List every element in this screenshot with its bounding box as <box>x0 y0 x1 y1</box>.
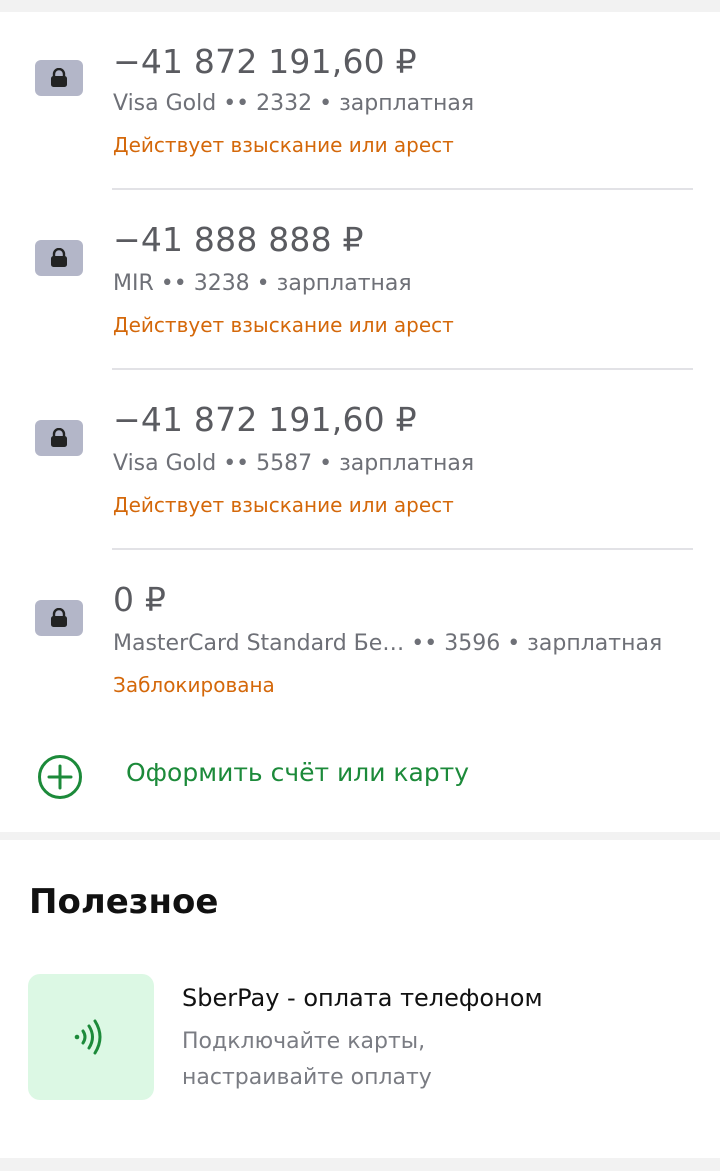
divider <box>112 368 693 370</box>
account-description: MasterCard Standard Бе… •• 3596 • зарпла… <box>113 631 663 656</box>
account-description: MIR •• 3238 • зарплатная <box>113 271 412 296</box>
lock-icon <box>35 420 83 456</box>
plus-circle-icon <box>38 755 82 799</box>
promo-subtitle-line: Подключайте карты, <box>182 1029 426 1054</box>
account-row[interactable]: −41 872 191,60 ₽ Visa Gold •• 5587 • зар… <box>0 388 720 558</box>
lock-icon <box>35 600 83 636</box>
divider <box>112 548 693 550</box>
account-status: Действует взыскание или арест <box>113 493 454 517</box>
divider <box>112 188 693 190</box>
lock-icon <box>35 240 83 276</box>
account-amount: −41 888 888 ₽ <box>113 220 364 259</box>
open-account-button[interactable]: Оформить счёт или карту <box>0 740 720 810</box>
contactless-icon <box>74 1019 102 1055</box>
lock-icon <box>35 60 83 96</box>
account-amount: −41 872 191,60 ₽ <box>113 400 417 439</box>
account-amount: −41 872 191,60 ₽ <box>113 42 417 81</box>
promo-title: SberPay - оплата телефоном <box>182 984 543 1012</box>
account-row[interactable]: −41 888 888 ₽ MIR •• 3238 • зарплатная Д… <box>0 208 720 378</box>
promo-subtitle: Подключайте карты, настраивайте оплату <box>182 1024 622 1096</box>
account-row[interactable]: 0 ₽ MasterCard Standard Бе… •• 3596 • за… <box>0 568 720 738</box>
open-account-label: Оформить счёт или карту <box>126 758 470 787</box>
account-description: Visa Gold •• 2332 • зарплатная <box>113 91 475 116</box>
sberpay-promo-item[interactable]: SberPay - оплата телефоном Подключайте к… <box>0 970 720 1105</box>
promo-subtitle-line: настраивайте оплату <box>182 1065 432 1090</box>
account-status: Действует взыскание или арест <box>113 133 454 157</box>
account-status: Заблокирована <box>113 673 275 697</box>
section-title: Полезное <box>29 882 219 922</box>
account-description: Visa Gold •• 5587 • зарплатная <box>113 451 475 476</box>
promo-tile <box>28 974 154 1100</box>
account-amount: 0 ₽ <box>113 580 167 619</box>
account-row[interactable]: −41 872 191,60 ₽ Visa Gold •• 2332 • зар… <box>0 28 720 198</box>
account-status: Действует взыскание или арест <box>113 313 454 337</box>
